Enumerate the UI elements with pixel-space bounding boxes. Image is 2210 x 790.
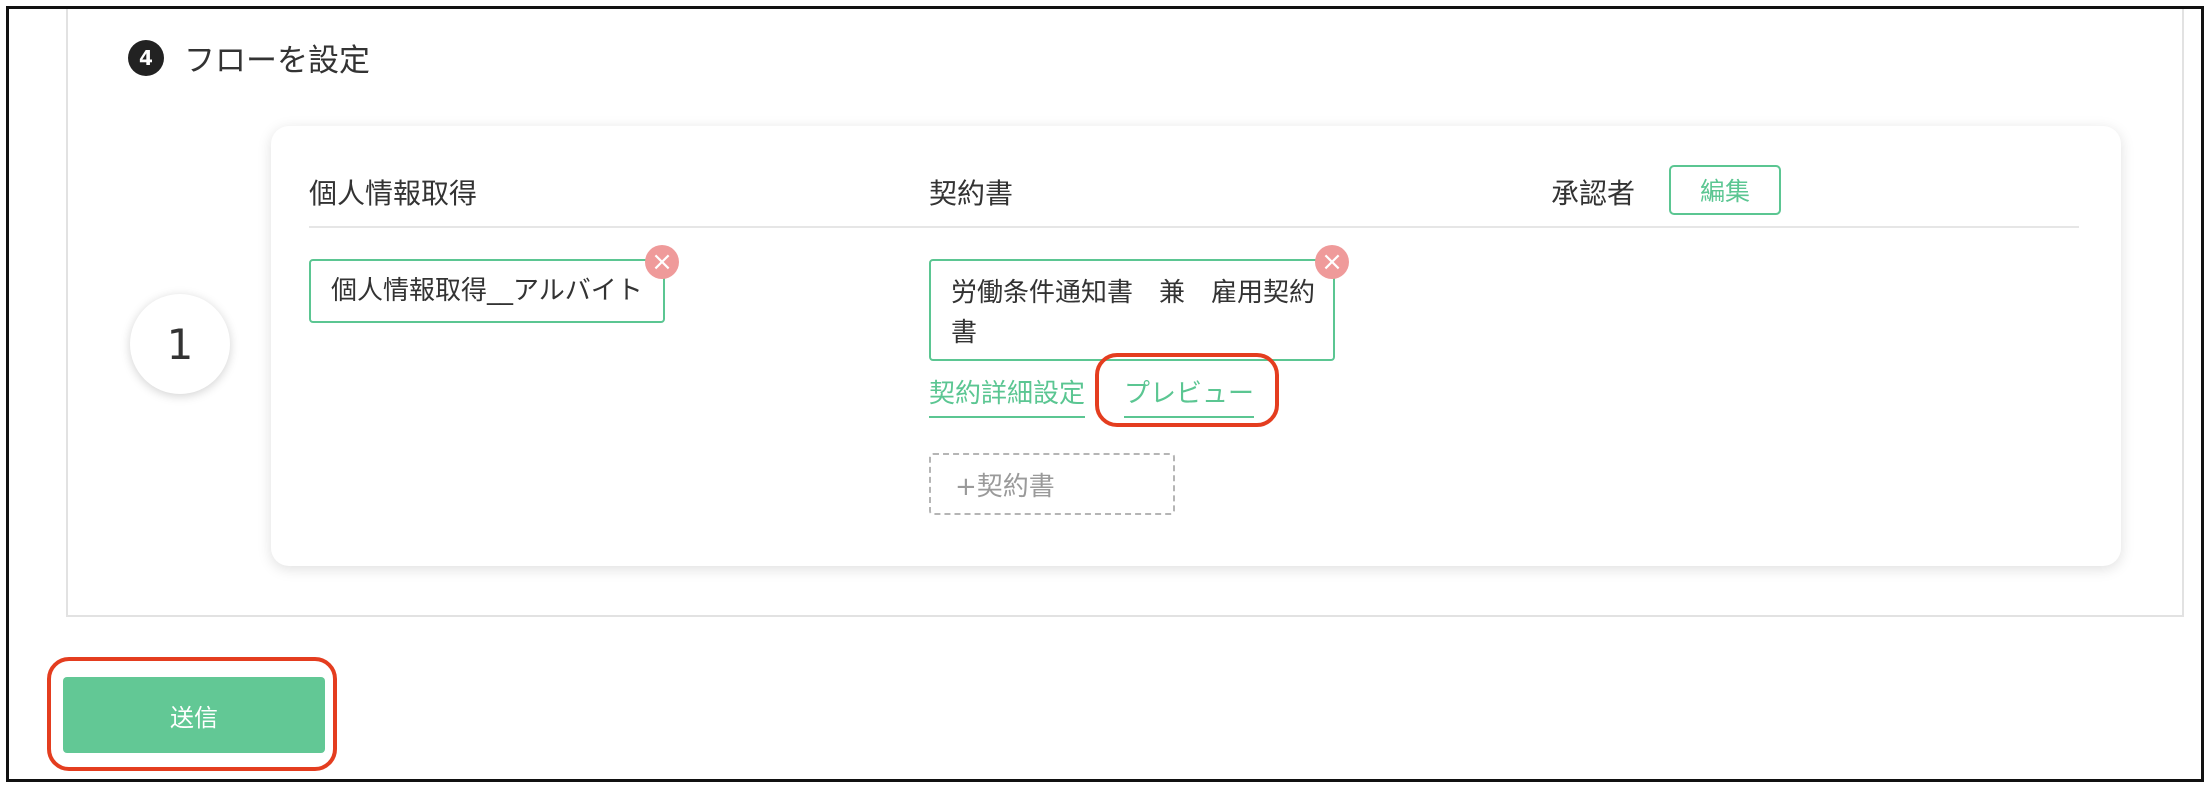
- contract-item[interactable]: 労働条件通知書 兼 雇用契約書: [929, 259, 1335, 361]
- flow-step-card: 個人情報取得 契約書 承認者 編集 個人情報取得__アルバイト × 労働条件通知…: [271, 126, 2121, 566]
- screenshot-frame: 4 フローを設定 1 個人情報取得 契約書 承認者 編集 個人情報取得__アルバ…: [6, 6, 2204, 782]
- step-number-badge: 4: [128, 39, 164, 76]
- section-title: フローを設定: [184, 43, 370, 79]
- section-heading: 4 フローを設定: [128, 35, 370, 80]
- contract-detail-settings-link[interactable]: 契約詳細設定: [929, 373, 1086, 418]
- contract-item-label: 労働条件通知書 兼 雇用契約書: [951, 278, 1316, 348]
- add-contract-button[interactable]: +契約書: [929, 453, 1175, 515]
- personal-info-item[interactable]: 個人情報取得__アルバイト: [309, 259, 665, 323]
- edit-approver-button[interactable]: 編集: [1669, 165, 1781, 215]
- remove-contract-icon[interactable]: ×: [1315, 245, 1349, 279]
- column-header-personal-info: 個人情報取得: [309, 177, 478, 210]
- preview-highlight-annotation: [1095, 353, 1279, 427]
- remove-personal-info-icon[interactable]: ×: [645, 245, 679, 279]
- column-header-contract: 契約書: [929, 177, 1014, 210]
- personal-info-item-label: 個人情報取得__アルバイト: [331, 276, 643, 306]
- submit-highlight-annotation: [47, 657, 337, 771]
- flow-step-index: 1: [130, 294, 230, 394]
- header-divider: [309, 226, 2079, 228]
- column-header-approver: 承認者: [1551, 177, 1636, 210]
